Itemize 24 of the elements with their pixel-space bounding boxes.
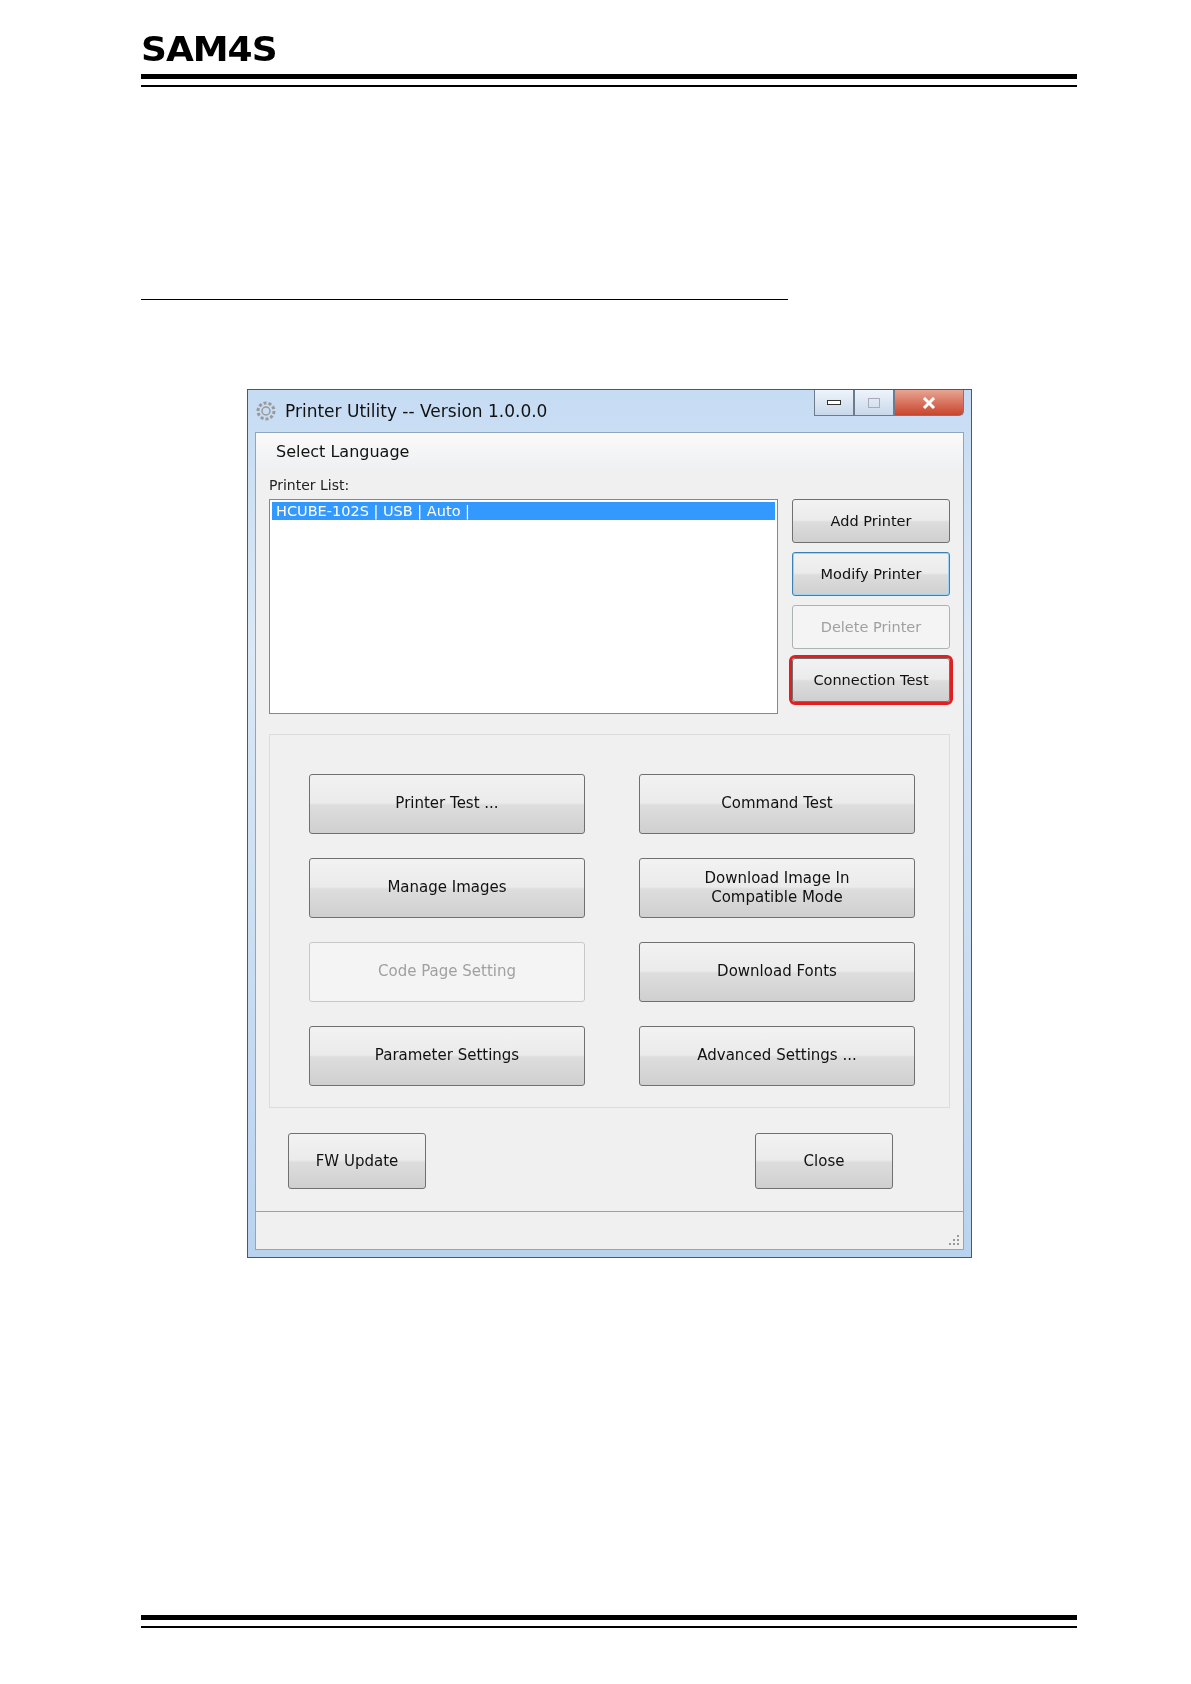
printer-action-button[interactable]: Modify Printer — [792, 552, 950, 596]
logo: SAM4S — [141, 31, 277, 69]
function-button[interactable]: Parameter Settings — [309, 1026, 585, 1086]
close-button[interactable] — [894, 390, 964, 416]
gear-icon — [255, 400, 277, 422]
function-button[interactable]: Printer Test ... — [309, 774, 585, 834]
printer-action-button[interactable]: Add Printer — [792, 499, 950, 543]
function-button[interactable]: Manage Images — [309, 858, 585, 918]
function-button[interactable]: Advanced Settings ... — [639, 1026, 915, 1086]
close-icon — [922, 396, 936, 409]
function-button[interactable]: Command Test — [639, 774, 915, 834]
function-button[interactable]: Download Image In Compatible Mode — [639, 858, 915, 918]
window-title: Printer Utility -- Version 1.0.0.0 — [285, 401, 548, 421]
dialog-button[interactable]: Close — [755, 1133, 893, 1189]
list-label: Printer List: — [269, 477, 350, 493]
function-button[interactable]: Download Fonts — [639, 942, 915, 1002]
printer-action-button[interactable]: Connection Test — [792, 658, 950, 702]
maximize-button[interactable] — [854, 390, 894, 416]
maximize-icon — [868, 397, 880, 408]
dialog-button[interactable]: FW Update — [288, 1133, 426, 1189]
minimize-icon — [827, 399, 841, 406]
menu-item[interactable]: Select Language — [268, 437, 418, 465]
resize-grip-icon[interactable] — [948, 1234, 960, 1246]
minimize-button[interactable] — [814, 390, 854, 416]
